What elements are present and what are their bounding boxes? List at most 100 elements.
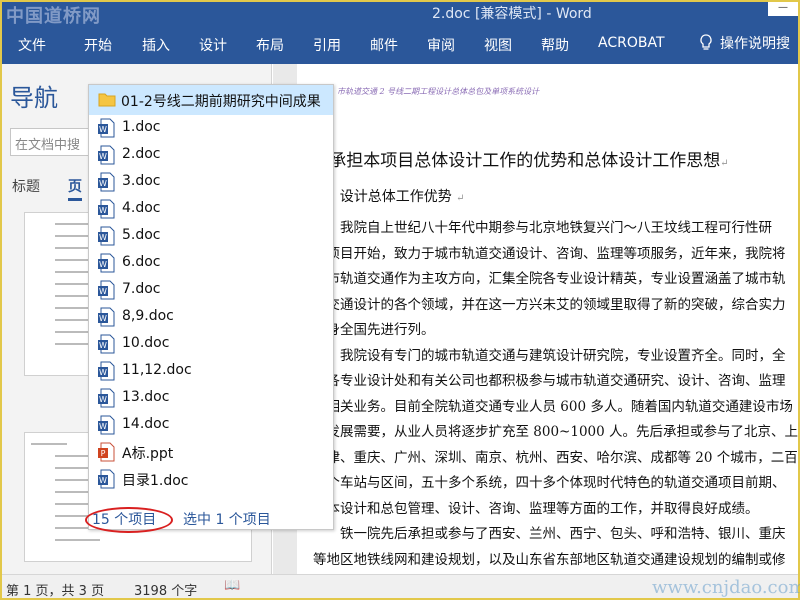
proofing-icon[interactable]: 📖 <box>224 578 240 593</box>
tab-file[interactable]: 文件 <box>18 35 46 55</box>
text-line: 我院设有专门的城市轨道交通与建筑设计研究院，专业设置齐全。同时，全 <box>313 347 786 364</box>
svg-text:W: W <box>99 152 107 161</box>
tab-references[interactable]: 引用 <box>313 35 341 55</box>
selected-count: 选中 1 个项目 <box>183 512 271 528</box>
svg-text:W: W <box>99 125 107 134</box>
text-line: 多个车站与区间，五十多个系统，四十多个体现时代特色的轨道交通项目前期、 <box>313 475 786 491</box>
lightbulb-icon <box>700 34 712 50</box>
text-line: 我院自上世纪八十年代中期参与北京地铁复兴门～八王坟线工程可行性研 <box>313 220 772 236</box>
nav-tab-pages[interactable]: 页 <box>68 176 82 201</box>
page-header: 市轨道交通 2 号线二期工程设计总体总包及单项系统设计 <box>337 87 540 96</box>
tab-acrobat[interactable]: ACROBAT <box>598 35 665 51</box>
svg-text:W: W <box>99 368 107 377</box>
tab-layout[interactable]: 布局 <box>256 35 284 55</box>
file-list-item[interactable]: W 5.doc <box>89 223 333 250</box>
file-list-item[interactable]: W 2.doc <box>89 142 333 169</box>
text-line: 道交通设计的各个领域，并在这一方兴未艾的领域里取得了新的突破，综合实力 <box>313 296 786 313</box>
svg-text:W: W <box>99 422 107 431</box>
svg-text:P: P <box>101 449 106 458</box>
ribbon-tabs: 文件 开始 插入 设计 布局 引用 邮件 审阅 视图 帮助 ACROBAT 操作… <box>2 24 798 64</box>
file-name: 7.doc <box>122 281 161 297</box>
word-file-icon: W <box>98 280 115 300</box>
tell-me-search[interactable]: 操作说明搜 <box>698 33 790 53</box>
watermark-url: www.cnjdao.com <box>652 577 800 598</box>
svg-text:W: W <box>99 476 107 485</box>
word-file-icon: W <box>98 307 115 327</box>
file-list-item[interactable]: W 13.doc <box>89 385 333 412</box>
file-list-item[interactable]: W 11,12.doc <box>89 358 333 385</box>
file-name: A标.ppt <box>122 446 174 462</box>
text-line: 的发展需要，从业人员将逐步扩充至 800~1000 人。先后承担或参与了北京、上… <box>313 424 798 440</box>
word-file-icon: W <box>98 415 115 435</box>
file-list-item[interactable]: W 10.doc <box>89 331 333 358</box>
heading-2-1: 2.1 设计总体工作优势 ↵ <box>313 189 465 205</box>
tab-review[interactable]: 审阅 <box>427 35 455 55</box>
text-line: 本设计和总包管理、设计、咨询、监理等方面的工作，并取得良好成绩。 <box>313 500 759 517</box>
file-list-item[interactable]: W 7.doc <box>89 277 333 304</box>
file-name: 2.doc <box>122 146 161 162</box>
svg-text:W: W <box>99 260 107 269</box>
word-file-icon: W <box>98 253 115 273</box>
heading-2: 2 承担本项目总体设计工作的优势和总体设计工作思想↵ <box>313 151 729 171</box>
svg-text:W: W <box>99 287 107 296</box>
nav-title: 导航 <box>10 84 58 112</box>
text-line: 等地区地铁线网和建设规划，以及山东省东部地区轨道交通建设规划的编制或修 <box>313 551 786 568</box>
file-list-item[interactable]: W 目录1.doc <box>89 466 333 493</box>
title-bar: 中国道桥网 2.doc [兼容模式] - Word — <box>2 2 798 27</box>
tell-me-label: 操作说明搜 <box>720 36 790 52</box>
text-line: 铁一院先后承担或参与了西安、兰州、西宁、包头、呼和浩特、银川、重庆 <box>313 526 786 542</box>
svg-text:W: W <box>99 314 107 323</box>
file-name: 5.doc <box>122 227 161 243</box>
svg-text:W: W <box>99 233 107 242</box>
text-line: 究项目开始，致力于城市轨道交通设计、咨询、监理等项服务，近年来，我院将 <box>313 245 786 262</box>
word-file-icon: W <box>98 118 115 138</box>
folder-name: 01-2号线二期前期研究中间成果 <box>121 94 321 110</box>
file-list-item[interactable]: W 14.doc <box>89 412 333 439</box>
folder-row[interactable]: 01-2号线二期前期研究中间成果 <box>89 85 333 115</box>
tab-mailings[interactable]: 邮件 <box>370 35 398 55</box>
file-list-popup[interactable]: 01-2号线二期前期研究中间成果 W 1.doc W 2.doc W 3.doc W 4.do… <box>85 84 334 533</box>
heading-text: 2 承担本项目总体设计工作的优势和总体设计工作思想 <box>313 151 721 171</box>
file-name: 3.doc <box>122 173 161 189</box>
page-count[interactable]: 第 1 页，共 3 页 <box>6 580 104 599</box>
item-count: 15 个项目 <box>92 512 157 528</box>
file-list-item[interactable]: W 1.doc <box>89 115 333 142</box>
powerpoint-file-icon: P <box>98 442 115 462</box>
tab-design[interactable]: 设计 <box>199 35 227 55</box>
word-file-icon: W <box>98 361 115 381</box>
file-list-item[interactable]: W 4.doc <box>89 196 333 223</box>
file-name: 10.doc <box>122 335 170 351</box>
folder-icon <box>98 93 116 107</box>
svg-text:W: W <box>99 179 107 188</box>
text-line: 城市轨道交通作为主攻方向，汇集全院各专业设计精英，专业设置涵盖了城市轨 <box>313 271 786 287</box>
file-name: 11,12.doc <box>122 362 192 378</box>
file-list-item[interactable]: P A标.ppt <box>89 439 333 466</box>
file-list-item[interactable]: W 6.doc <box>89 250 333 277</box>
svg-text:W: W <box>99 395 107 404</box>
tab-insert[interactable]: 插入 <box>142 35 170 55</box>
nav-tab-headings[interactable]: 标题 <box>12 176 40 196</box>
word-count[interactable]: 3198 个字 <box>134 580 197 599</box>
file-name: 8,9.doc <box>122 308 174 324</box>
window-title: 2.doc [兼容模式] - Word <box>432 6 592 22</box>
window-control[interactable]: — <box>768 2 798 16</box>
text-line: 等相关业务。目前全院轨道交通专业人员 600 多人。随着国内轨道交通建设市场 <box>313 398 793 415</box>
text-line: 院各专业设计处和有关公司也都积极参与城市轨道交通研究、设计、咨询、监理 <box>313 373 786 389</box>
file-list-footer: 15 个项目 选中 1 个项目 <box>85 505 333 533</box>
word-file-icon: W <box>98 388 115 408</box>
word-file-icon: W <box>98 469 115 489</box>
tab-view[interactable]: 视图 <box>484 35 512 55</box>
file-list-item[interactable]: W 3.doc <box>89 169 333 196</box>
tab-home[interactable]: 开始 <box>84 35 112 55</box>
file-list-item[interactable]: W 8,9.doc <box>89 304 333 331</box>
file-name: 14.doc <box>122 416 170 432</box>
nav-search-placeholder: 在文档中搜 <box>15 138 81 153</box>
file-name: 4.doc <box>122 200 161 216</box>
document-area[interactable]: 市轨道交通 2 号线二期工程设计总体总包及单项系统设计 2 承担本项目总体设计工… <box>273 64 798 574</box>
document-page[interactable]: 市轨道交通 2 号线二期工程设计总体总包及单项系统设计 2 承担本项目总体设计工… <box>297 64 798 574</box>
word-file-icon: W <box>98 199 115 219</box>
tab-help[interactable]: 帮助 <box>541 35 569 55</box>
word-file-icon: W <box>98 172 115 192</box>
svg-text:W: W <box>99 341 107 350</box>
file-name: 1.doc <box>122 119 161 135</box>
